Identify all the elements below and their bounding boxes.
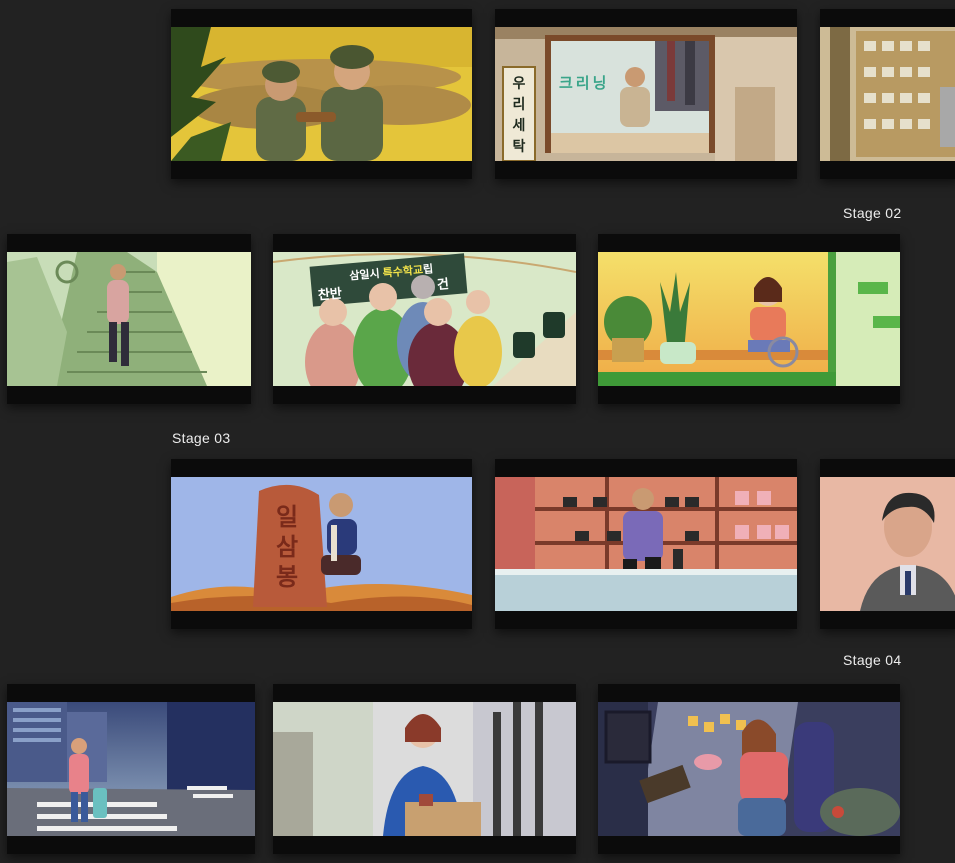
illustration-laundry: 우 리 세 탁 크리닝: [495, 27, 797, 161]
monument-char: 일: [275, 504, 299, 531]
illustration-desk-night: [598, 702, 900, 836]
sign-char: 세: [512, 117, 526, 133]
sign-char: 리: [512, 96, 526, 112]
monument-inscription: 일 삼 봉: [267, 503, 307, 593]
stage-label-03: Stage 03: [172, 430, 231, 446]
storyboard-frame-monument[interactable]: 일 삼 봉: [171, 459, 472, 629]
illustration-office-box: [273, 702, 576, 836]
banner-text: 찬반: [317, 285, 347, 303]
illustration-shelves: [820, 27, 955, 161]
banner-highlight-text: 특수학교: [382, 264, 424, 280]
banner-text: 립: [422, 263, 434, 277]
illustration-camera-shop: [495, 477, 797, 611]
banner-text: 건: [436, 276, 450, 293]
storyboard-frame-laundry[interactable]: 우 리 세 탁 크리닝: [495, 9, 797, 179]
storyboard-frame-desk-night[interactable]: [598, 684, 900, 854]
stage-label-04: Stage 04: [843, 652, 902, 668]
banner-text: 삼일시: [348, 267, 384, 283]
monument-char: 삼: [275, 534, 299, 561]
illustration-wheelchair: [598, 252, 900, 386]
laundry-window-sign: 크리닝: [559, 75, 610, 92]
illustration-protest: 삼일시 특수학교립 찬반 건: [273, 252, 576, 386]
storyboard-frame-soldiers[interactable]: [171, 9, 472, 179]
monument-char: 봉: [275, 564, 299, 591]
storyboard-frame-shelves[interactable]: [820, 9, 955, 179]
illustration-portrait: [820, 477, 955, 611]
storyboard-frame-wheelchair[interactable]: [598, 234, 900, 404]
storyboard-frame-portrait[interactable]: [820, 459, 955, 629]
illustration-monument: 일 삼 봉: [171, 477, 472, 611]
storyboard-page: 우 리 세 탁 크리닝 Stage 02 삼일시 특수학교립 찬반 건 Stag…: [0, 0, 955, 863]
laundry-vertical-sign: 우 리 세 탁: [504, 73, 534, 157]
stage-label-02: Stage 02: [843, 205, 902, 221]
storyboard-frame-camera-shop[interactable]: [495, 459, 797, 629]
storyboard-frame-protest[interactable]: 삼일시 특수학교립 찬반 건: [273, 234, 576, 404]
sign-char: 탁: [512, 138, 526, 154]
illustration-crosswalk: [7, 702, 255, 836]
storyboard-frame-crosswalk[interactable]: [7, 684, 255, 854]
sign-char: 우: [512, 75, 526, 91]
illustration-soldiers: [171, 27, 472, 161]
illustration-stairs: [7, 252, 251, 386]
storyboard-frame-stairs[interactable]: [7, 234, 251, 404]
storyboard-frame-office-box[interactable]: [273, 684, 576, 854]
